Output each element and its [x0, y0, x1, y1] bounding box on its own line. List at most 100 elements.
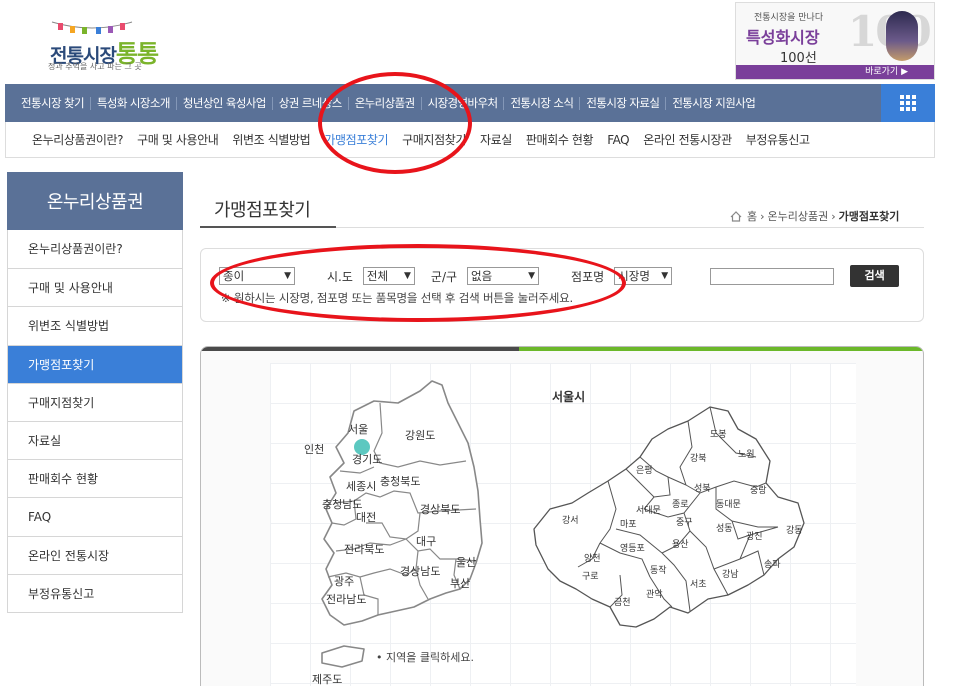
- gugun-select[interactable]: 없음 ▼: [467, 267, 540, 285]
- voucher-type-select[interactable]: 종이 ▼: [219, 267, 295, 285]
- breadcrumb: 홈 › 온누리상품권 › 가맹점포찾기: [730, 208, 899, 224]
- search-button[interactable]: 검색: [850, 265, 900, 287]
- nav-item-young-merchant[interactable]: 청년상인 육성사업: [170, 95, 267, 111]
- region-label-sejong[interactable]: 세종시: [346, 480, 376, 493]
- sidebar-item-about[interactable]: 온누리상품권이란?: [8, 230, 182, 268]
- all-menu-button[interactable]: [881, 84, 935, 122]
- sidebar-item-report[interactable]: 부정유통신고: [8, 573, 182, 612]
- subnav-item-online-market[interactable]: 온라인 전통시장관: [643, 131, 732, 148]
- district-dobong[interactable]: 도봉: [710, 429, 727, 440]
- nav-item-renaissance[interactable]: 상권 르네상스: [266, 95, 343, 111]
- banner-line1: 전통시장을 만나다: [754, 13, 824, 23]
- district-seongbuk[interactable]: 성북: [694, 483, 711, 494]
- region-label-daegu[interactable]: 대구: [416, 535, 436, 548]
- district-gangnam[interactable]: 강남: [722, 569, 739, 580]
- special-market-banner[interactable]: 전통시장을 만나다 특성화시장 100선 100 바로가기 ▶: [735, 2, 935, 80]
- subnav-item-branch-search[interactable]: 구매지점찾기: [402, 131, 466, 148]
- district-yangcheon[interactable]: 양천: [584, 553, 601, 564]
- region-label-jeonbuk[interactable]: 전라북도: [344, 543, 384, 556]
- nav-item-market-search[interactable]: 전통시장 찾기: [21, 95, 85, 111]
- region-label-chungnam[interactable]: 충청남도: [322, 498, 362, 511]
- district-seodaemun[interactable]: 서대문: [636, 505, 661, 516]
- nav-item-voucher[interactable]: 시장경영바우처: [415, 95, 498, 111]
- district-songpa[interactable]: 송파: [764, 559, 781, 570]
- region-label-daejeon[interactable]: 대전: [356, 511, 376, 524]
- district-seongdong[interactable]: 성동: [716, 523, 733, 534]
- region-label-chungbuk[interactable]: 충청북도: [380, 475, 420, 488]
- jeju-outline: [321, 645, 365, 668]
- sidebar-item-online-market[interactable]: 온라인 전통시장: [8, 535, 182, 574]
- sidebar-item-counterfeit[interactable]: 위변조 식별방법: [8, 306, 182, 344]
- region-label-busan[interactable]: 부산: [450, 577, 470, 590]
- district-gwangjin[interactable]: 광진: [746, 530, 763, 542]
- district-yeongdeungpo[interactable]: 영등포: [620, 543, 645, 554]
- district-gangdong[interactable]: 강동: [786, 525, 803, 536]
- korea-seoul-map: 서울 인천 경기도 강원도 충청북도 세종시 충청남도 대전 경상북도 전라북도…: [304, 380, 805, 686]
- sidebar-item-purchase-guide[interactable]: 구매 및 사용안내: [8, 268, 182, 306]
- region-label-seoul[interactable]: 서울: [348, 423, 368, 436]
- district-dongjak[interactable]: 동작: [650, 565, 667, 576]
- subnav-item-faq[interactable]: FAQ: [607, 133, 629, 147]
- nav-item-onnuri[interactable]: 온누리상품권: [342, 95, 415, 111]
- district-jongno[interactable]: 종로: [672, 499, 689, 510]
- district-mapo[interactable]: 마포: [620, 519, 637, 530]
- subnav-item-report[interactable]: 부정유통신고: [746, 131, 810, 148]
- district-gangseo[interactable]: 강서: [562, 515, 579, 526]
- sido-select[interactable]: 전체 ▼: [362, 267, 415, 285]
- region-label-jeonnam[interactable]: 전라남도: [326, 593, 366, 606]
- district-jungnang[interactable]: 중랑: [750, 484, 767, 496]
- breadcrumb-onnuri[interactable]: 온누리상품권: [768, 208, 829, 224]
- district-seocho[interactable]: 서초: [690, 579, 707, 590]
- region-label-gangwon[interactable]: 강원도: [405, 429, 435, 442]
- sidebar-item-branch-search[interactable]: 구매지점찾기: [8, 382, 182, 421]
- chevron-down-icon: ▼: [661, 271, 669, 281]
- keyword-input[interactable]: [710, 267, 835, 285]
- district-nowon[interactable]: 노원: [738, 449, 755, 460]
- sido-value: 전체: [366, 269, 389, 283]
- chevron-down-icon: ▼: [528, 271, 536, 281]
- district-yongsan[interactable]: 용산: [672, 539, 689, 550]
- subnav-item-sales-status[interactable]: 판매회수 현황: [526, 131, 594, 148]
- breadcrumb-home[interactable]: 홈: [747, 208, 757, 224]
- seoul-map-title: 서울시: [552, 389, 585, 404]
- region-label-gyeongbuk[interactable]: 경상북도: [420, 503, 460, 516]
- banner-goto-button[interactable]: 바로가기 ▶: [736, 65, 934, 79]
- district-eunpyeong[interactable]: 은평: [636, 465, 653, 476]
- subnav-item-store-search[interactable]: 가맹점포찾기: [324, 131, 388, 148]
- region-label-jeju[interactable]: 제주도: [312, 673, 342, 686]
- chevron-down-icon: ▼: [284, 271, 291, 281]
- district-junggu[interactable]: 중구: [676, 517, 693, 528]
- nav-item-news[interactable]: 전통시장 소식: [497, 95, 574, 111]
- district-dongdaemun[interactable]: 동대문: [716, 499, 741, 510]
- subnav-item-about[interactable]: 온누리상품권이란?: [32, 131, 123, 148]
- map-tab-bar-korea: [201, 347, 519, 351]
- sidebar-item-store-search[interactable]: 가맹점포찾기: [8, 344, 182, 383]
- subnav-item-archive[interactable]: 자료실: [480, 131, 512, 148]
- district-guro[interactable]: 구로: [582, 571, 599, 582]
- voucher-type-value: 종이: [223, 269, 245, 283]
- home-icon[interactable]: [730, 210, 742, 222]
- gugun-value: 없음: [471, 269, 493, 283]
- grid-menu-icon: [900, 95, 916, 111]
- sidebar-item-archive[interactable]: 자료실: [8, 420, 182, 459]
- district-gangbuk[interactable]: 강북: [690, 453, 707, 464]
- store-type-value: 시장명: [618, 269, 650, 283]
- region-label-gyeongnam[interactable]: 경상남도: [400, 565, 440, 578]
- nav-item-support[interactable]: 전통시장 지원사업: [659, 95, 756, 111]
- subnav-item-counterfeit[interactable]: 위변조 식별방법: [232, 131, 310, 148]
- nav-item-special-market[interactable]: 특성화 시장소개: [84, 95, 171, 111]
- subnav-item-purchase-guide[interactable]: 구매 및 사용안내: [137, 131, 219, 148]
- nav-item-archive[interactable]: 전통시장 자료실: [573, 95, 660, 111]
- sidebar-item-faq[interactable]: FAQ: [8, 497, 182, 535]
- district-gwanak[interactable]: 관악: [646, 588, 663, 600]
- region-label-incheon[interactable]: 인천: [304, 442, 324, 456]
- region-label-gwangju[interactable]: 광주: [334, 575, 354, 588]
- region-label-gyeonggi[interactable]: 경기도: [352, 453, 382, 466]
- district-geumcheon[interactable]: 금천: [614, 597, 631, 608]
- breadcrumb-separator: ›: [760, 209, 765, 223]
- site-logo[interactable]: 전통시장통통 정과 추억을 사고 파는 그 곳: [42, 14, 172, 74]
- search-note: ※ 원하시는 시장명, 점포명 또는 품목명을 선택 후 검색 버튼을 눌러주세…: [221, 291, 573, 305]
- sidebar-item-sales-status[interactable]: 판매회수 현황: [8, 459, 182, 497]
- store-type-select[interactable]: 시장명 ▼: [614, 267, 673, 285]
- region-label-ulsan[interactable]: 울산: [456, 556, 476, 569]
